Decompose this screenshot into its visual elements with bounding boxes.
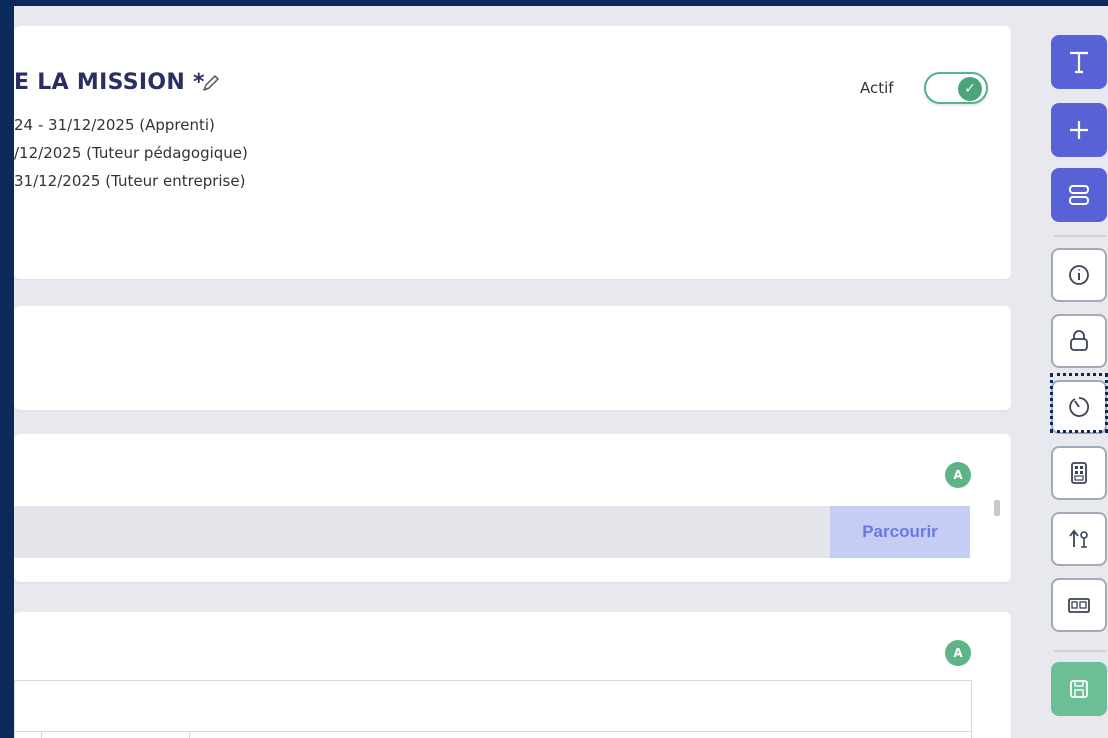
sort-icon	[1069, 529, 1088, 548]
id-card-icon	[1068, 598, 1090, 613]
status-label: Actif	[860, 79, 894, 97]
info-icon	[1069, 265, 1089, 285]
mission-title: E LA MISSION *	[14, 70, 205, 95]
check-icon: ✓	[958, 77, 982, 101]
layout-tool-button[interactable]	[1051, 168, 1107, 222]
focus-highlight	[1050, 373, 1108, 433]
editor-canvas: E LA MISSION * 24 - 31/12/2025 (Apprenti…	[14, 6, 1108, 738]
browse-button[interactable]: Parcourir	[830, 506, 970, 558]
empty-card	[14, 306, 1011, 410]
calculator-tool-button[interactable]	[1051, 446, 1107, 500]
text-tool-button[interactable]	[1051, 35, 1107, 89]
save-icon	[1070, 680, 1088, 698]
save-tool-button[interactable]	[1051, 662, 1107, 716]
text-icon	[1070, 51, 1088, 74]
calculator-icon	[1071, 462, 1087, 484]
mission-card: E LA MISSION * 24 - 31/12/2025 (Apprenti…	[14, 26, 1011, 279]
author-badge: A	[945, 640, 971, 666]
mission-period-tuteur-pedagogique: /12/2025 (Tuteur pédagogique)	[14, 144, 248, 162]
edit-pencil-icon[interactable]	[200, 72, 222, 94]
id-card-tool-button[interactable]	[1051, 578, 1107, 632]
scrollbar-thumb[interactable]	[994, 500, 1000, 516]
add-tool-button[interactable]	[1051, 103, 1107, 157]
info-tool-button[interactable]	[1051, 248, 1107, 302]
author-badge: A	[945, 462, 971, 488]
mission-period-apprenti: 24 - 31/12/2025 (Apprenti)	[14, 116, 215, 134]
sort-tool-button[interactable]	[1051, 512, 1107, 566]
status-toggle[interactable]: ✓	[924, 72, 988, 104]
plus-icon	[1070, 121, 1088, 139]
lock-icon	[1070, 330, 1088, 351]
rows-icon	[1069, 185, 1089, 205]
data-table	[14, 680, 972, 738]
file-path-field[interactable]	[14, 506, 832, 558]
lock-tool-button[interactable]	[1051, 314, 1107, 368]
mission-period-tuteur-entreprise: 31/12/2025 (Tuteur entreprise)	[14, 172, 246, 190]
